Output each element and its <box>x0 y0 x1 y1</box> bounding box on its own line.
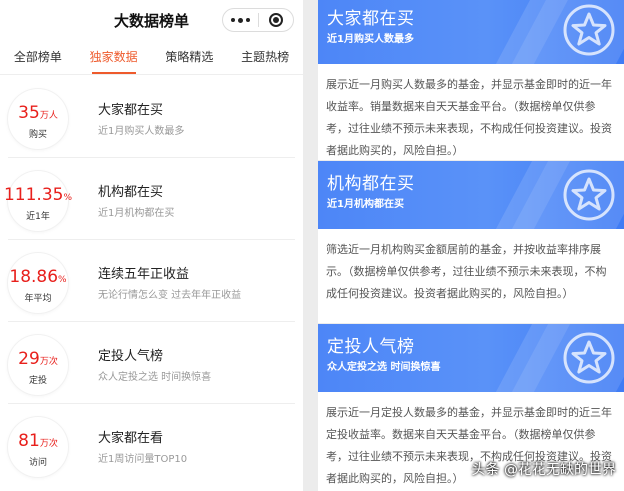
watermark: 头条 @花花无缺的世界 <box>471 462 616 478</box>
metric-badge: 81万次 访问 <box>8 417 68 477</box>
star-icon <box>563 332 615 384</box>
tab-all-rankings[interactable]: 全部榜单 <box>0 40 76 74</box>
detail-card-buying: 大家都在买 近1月购买人数最多 展示近一月购买人数最多的基金，并显示基金即时的近… <box>318 0 624 160</box>
metric-value: 18.86 <box>9 267 59 287</box>
detail-subtitle: 近1月机构都在买 <box>327 199 404 210</box>
metric-caption: 定投 <box>28 376 47 386</box>
ranking-title: 大家都在看 <box>98 431 164 446</box>
metric-value: 81 <box>18 431 40 451</box>
metric-unit: 万次 <box>39 439 58 449</box>
metric-badge: 111.35% 近1年 <box>4 171 72 231</box>
ranking-title: 机构都在买 <box>98 185 164 200</box>
mini-program-capsule <box>222 8 294 32</box>
detail-banner: 大家都在买 近1月购买人数最多 <box>318 0 624 64</box>
detail-card-institutions: 机构都在买 近1月机构都在买 筛选近一月机构购买金额居前的基金，并按收益率排序展… <box>318 161 624 323</box>
metric-caption: 年平均 <box>24 294 52 304</box>
detail-banner: 机构都在买 近1月机构都在买 <box>318 161 624 229</box>
ranking-details-panel: 大家都在买 近1月购买人数最多 展示近一月购买人数最多的基金，并显示基金即时的近… <box>306 0 624 491</box>
ranking-title: 连续五年正收益 <box>98 267 190 282</box>
metric-unit: 万人 <box>39 111 58 121</box>
ranking-item-institutions[interactable]: 111.35% 近1年 机构都在买 近1月机构都在买 <box>0 157 303 239</box>
tab-exclusive-data[interactable]: 独家数据 <box>76 40 152 74</box>
detail-description: 筛选近一月机构购买金额居前的基金，并按收益率排序展示。（数据榜单仅供参考，过往业… <box>326 243 607 300</box>
ranking-title: 大家都在买 <box>98 103 164 118</box>
detail-title: 定投人气榜 <box>327 337 415 357</box>
ranking-item-most-viewed[interactable]: 81万次 访问 大家都在看 近1周访问量TOP10 <box>0 403 303 485</box>
tab-strategy-picks[interactable]: 策略精选 <box>152 40 228 74</box>
close-button[interactable] <box>259 9 294 31</box>
ranking-item-fixed-investment[interactable]: 29万次 定投 定投人气榜 众人定投之选 时间换惊喜 <box>0 321 303 403</box>
metric-value: 29 <box>18 349 40 369</box>
metric-caption: 访问 <box>28 458 47 468</box>
metric-badge: 29万次 定投 <box>8 335 68 395</box>
metric-unit: 万次 <box>39 357 58 367</box>
star-icon <box>563 4 615 56</box>
more-button[interactable] <box>223 9 258 31</box>
fund-rankings-panel: 大数据榜单 全部榜单 独家数据 策略精选 主题热榜 35万人 购买 大家都在买 … <box>0 0 303 491</box>
ranking-title: 定投人气榜 <box>98 349 164 364</box>
ranking-subtitle: 近1周访问量TOP10 <box>98 454 188 465</box>
detail-title: 机构都在买 <box>327 174 415 194</box>
detail-subtitle: 近1月购买人数最多 <box>327 34 414 45</box>
metric-value: 35 <box>18 103 40 123</box>
detail-description: 展示近一月购买人数最多的基金，并显示基金即时的近一年收益率。销量数据来自天天基金… <box>326 78 612 157</box>
detail-subtitle: 众人定投之选 时间换惊喜 <box>327 362 441 373</box>
detail-banner: 定投人气榜 众人定投之选 时间换惊喜 <box>318 324 624 392</box>
ranking-list: 35万人 购买 大家都在买 近1月购买人数最多 111.35% 近1年 机构都在… <box>0 75 303 485</box>
metric-badge: 18.86% 年平均 <box>8 253 68 313</box>
ranking-item-buying[interactable]: 35万人 购买 大家都在买 近1月购买人数最多 <box>0 75 303 157</box>
ranking-subtitle: 近1月购买人数最多 <box>98 126 185 137</box>
ranking-subtitle: 众人定投之选 时间换惊喜 <box>98 372 212 383</box>
metric-value: 111.35 <box>3 185 64 205</box>
metric-caption: 近1年 <box>26 212 50 222</box>
tab-bar: 全部榜单 独家数据 策略精选 主题热榜 <box>0 40 303 75</box>
metric-caption: 购买 <box>28 130 47 140</box>
metric-badge: 35万人 购买 <box>8 89 68 149</box>
star-icon <box>563 169 615 221</box>
more-dots-icon <box>230 17 250 23</box>
ranking-subtitle: 无论行情怎么变 过去年年正收益 <box>98 290 242 301</box>
metric-unit: % <box>58 275 67 285</box>
title-bar: 大数据榜单 <box>0 0 303 40</box>
metric-unit: % <box>63 193 73 203</box>
target-icon <box>268 13 283 27</box>
ranking-item-five-year[interactable]: 18.86% 年平均 连续五年正收益 无论行情怎么变 过去年年正收益 <box>0 239 303 321</box>
detail-title: 大家都在买 <box>327 9 415 29</box>
tab-theme-hot[interactable]: 主题热榜 <box>227 40 303 74</box>
ranking-subtitle: 近1月机构都在买 <box>98 208 175 219</box>
